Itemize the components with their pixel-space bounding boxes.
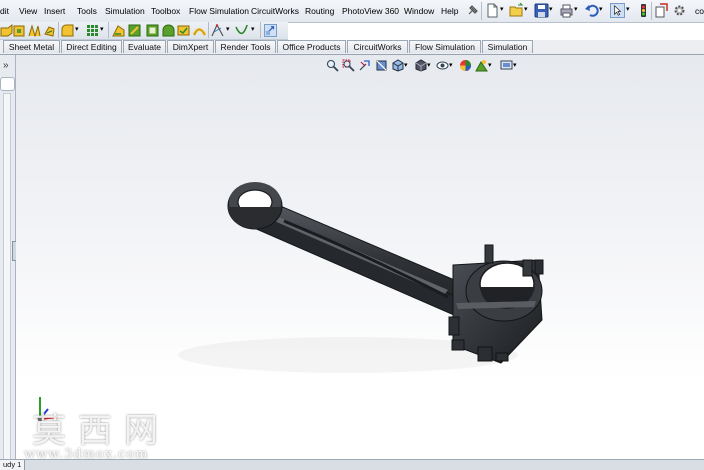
- panel-scroll-track[interactable]: [3, 93, 11, 463]
- watermark-char: 莫: [32, 411, 78, 451]
- tab-office-products[interactable]: Office Products: [277, 40, 346, 53]
- connecting-rod-model[interactable]: [16, 55, 704, 461]
- linear-pattern-icon[interactable]: [86, 24, 99, 37]
- feature-manager-panel: »: [0, 55, 18, 463]
- flex-icon[interactable]: [193, 24, 206, 37]
- tab-sheet-metal[interactable]: Sheet Metal: [3, 40, 60, 53]
- curves-icon[interactable]: [235, 24, 248, 37]
- options-icon[interactable]: [672, 3, 687, 18]
- reference-geometry-icon[interactable]: [211, 24, 224, 37]
- menu-toolbox[interactable]: Toolbox: [151, 5, 180, 17]
- chevron-down-icon[interactable]: ▾: [226, 24, 230, 36]
- menu-bar: dit View Insert Tools Simulation Toolbox…: [0, 0, 704, 23]
- tab-evaluate[interactable]: Evaluate: [123, 40, 166, 53]
- loft-icon[interactable]: [43, 24, 56, 37]
- menu-help[interactable]: Help: [441, 5, 458, 17]
- graphics-viewport[interactable]: ▾ ▾ ▾ ▾ ▾ 莫西网 www.3dmox.com: [16, 55, 704, 461]
- rebuild-icon[interactable]: [636, 3, 651, 18]
- undo-icon[interactable]: [584, 3, 599, 18]
- toolbar-separator: [481, 2, 482, 20]
- menu-photoview-360[interactable]: PhotoView 360: [342, 5, 399, 17]
- pin-icon[interactable]: [465, 3, 480, 18]
- menu-tools[interactable]: Tools: [77, 5, 97, 17]
- tab-direct-editing[interactable]: Direct Editing: [61, 40, 122, 53]
- tab-circuitworks[interactable]: CircuitWorks: [347, 40, 408, 53]
- toolbar-separator: [58, 22, 59, 38]
- menu-routing[interactable]: Routing: [305, 5, 334, 17]
- wrap-icon[interactable]: [177, 24, 190, 37]
- chevron-down-icon[interactable]: ▾: [524, 4, 528, 16]
- file-properties-icon[interactable]: [654, 3, 669, 18]
- toolbar-separator: [260, 22, 261, 38]
- command-manager-tabs: Sheet Metal Direct Editing Evaluate DimX…: [0, 40, 704, 55]
- status-bar: udy 1: [0, 459, 704, 470]
- revolve-icon[interactable]: [13, 24, 26, 37]
- menu-simulation[interactable]: Simulation: [105, 5, 145, 17]
- open-icon[interactable]: [509, 3, 524, 18]
- menu-insert[interactable]: Insert: [44, 5, 65, 17]
- extrude-icon[interactable]: [0, 24, 13, 37]
- chevron-down-icon[interactable]: ▾: [500, 4, 504, 16]
- print-icon[interactable]: [559, 3, 574, 18]
- rib-icon[interactable]: [112, 24, 125, 37]
- tab-render-tools[interactable]: Render Tools: [215, 40, 276, 53]
- chevron-down-icon[interactable]: ▾: [626, 4, 630, 16]
- select-cursor-icon[interactable]: [610, 3, 625, 18]
- tab-dimxpert[interactable]: DimXpert: [167, 40, 214, 53]
- menu-view[interactable]: View: [19, 5, 37, 17]
- panel-tree-box[interactable]: [0, 77, 15, 91]
- menu-overflow-text: co: [695, 6, 704, 16]
- features-toolbar: ▾ ▾ ▾ ▾: [0, 22, 288, 40]
- menu-edit[interactable]: dit: [0, 5, 9, 17]
- fillet-icon[interactable]: [61, 24, 74, 37]
- save-icon[interactable]: [534, 3, 549, 18]
- tab-flow-simulation[interactable]: Flow Simulation: [409, 40, 481, 53]
- expand-panel-icon[interactable]: »: [3, 60, 9, 71]
- menu-flow-simulation[interactable]: Flow Simulation: [189, 5, 249, 17]
- new-document-icon[interactable]: [485, 3, 500, 18]
- menu-circuitworks[interactable]: CircuitWorks: [251, 5, 299, 17]
- toolbar-separator: [651, 2, 652, 20]
- watermark-char: 网: [124, 411, 170, 451]
- watermark-char: 西: [78, 411, 124, 451]
- shell-icon[interactable]: [146, 24, 159, 37]
- watermark-chinese-text: 莫西网: [32, 403, 170, 452]
- menu-window[interactable]: Window: [404, 5, 434, 17]
- toolbar-separator: [208, 22, 209, 38]
- instant3d-icon[interactable]: [264, 24, 277, 37]
- toolbar-separator: [108, 22, 109, 38]
- chevron-down-icon[interactable]: ▾: [549, 4, 553, 16]
- sweep-icon[interactable]: [28, 24, 41, 37]
- dome-icon[interactable]: [162, 24, 175, 37]
- chevron-down-icon[interactable]: ▾: [100, 24, 104, 36]
- chevron-down-icon[interactable]: ▾: [574, 4, 578, 16]
- chevron-down-icon[interactable]: ▾: [599, 4, 603, 16]
- chevron-down-icon[interactable]: ▾: [251, 24, 255, 36]
- draft-icon[interactable]: [128, 24, 141, 37]
- chevron-down-icon[interactable]: ▾: [75, 24, 79, 36]
- tab-simulation[interactable]: Simulation: [482, 40, 533, 53]
